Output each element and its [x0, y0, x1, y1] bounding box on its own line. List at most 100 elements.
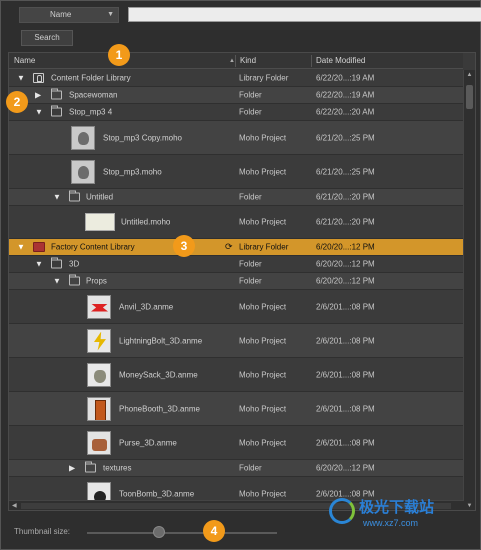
row-date: 6/21/20...:20 PM: [316, 192, 375, 202]
project-thumbnail: [71, 125, 95, 150]
list-header: Name ▲ Kind Date Modified: [9, 53, 463, 69]
expand-triangle-icon[interactable]: ▼: [35, 108, 43, 117]
list-row-anvil[interactable]: Anvil_3D.anme Moho Project 2/6/201...:08…: [9, 290, 463, 324]
row-name: Anvil_3D.anme: [119, 302, 174, 311]
row-kind: Moho Project: [239, 217, 287, 227]
filter-row: Name ▼: [19, 7, 481, 23]
watermark-title: 极光下载站: [359, 498, 435, 516]
scroll-up-icon[interactable]: ▲: [464, 70, 475, 80]
expand-triangle-icon[interactable]: ▼: [17, 243, 25, 252]
library-folder-icon: [33, 73, 44, 83]
chevron-down-icon: ▼: [107, 11, 114, 18]
folder-icon: [51, 257, 62, 269]
watermark: 极光下载站 www.xz7.com: [329, 494, 477, 534]
annotation-badge: 1: [108, 44, 130, 66]
row-name: Stop_mp3 Copy.moho: [103, 133, 183, 142]
row-kind: Moho Project: [239, 167, 287, 176]
row-date: 2/6/201...:08 PM: [316, 404, 375, 413]
row-date: 6/22/20...:19 AM: [316, 73, 375, 83]
expand-triangle-icon[interactable]: ▼: [35, 260, 43, 269]
row-kind: Folder: [239, 463, 262, 473]
row-kind: Moho Project: [239, 404, 287, 413]
list-row-content-folder-library[interactable]: ▼ Content Folder Library Library Folder …: [9, 70, 463, 87]
list-row-phone-booth[interactable]: PhoneBooth_3D.anme Moho Project 2/6/201.…: [9, 392, 463, 426]
filter-text-input[interactable]: [128, 7, 481, 22]
row-name: PhoneBooth_3D.anme: [119, 404, 200, 413]
thumbnail-size-slider[interactable]: [87, 532, 277, 534]
row-date: 2/6/201...:08 PM: [316, 336, 375, 345]
project-thumbnail: [71, 159, 95, 184]
expand-triangle-icon[interactable]: ▼: [17, 74, 25, 83]
list-row-money-sack[interactable]: MoneySack_3D.anme Moho Project 2/6/201..…: [9, 358, 463, 392]
row-name: Factory Content Library: [51, 242, 135, 252]
watermark-url: www.xz7.com: [363, 518, 419, 528]
anvil-thumbnail: [87, 294, 111, 319]
expand-triangle-icon[interactable]: ▼: [53, 193, 61, 202]
expand-triangle-icon[interactable]: ▼: [53, 277, 61, 286]
content-library-window: Name ▼ Search Name ▲ Kind Date Modified …: [0, 0, 481, 550]
row-date: 6/20/20...:12 PM: [316, 242, 375, 252]
refresh-icon[interactable]: ⟳: [225, 242, 233, 253]
row-name: textures: [103, 463, 132, 473]
scrollbar-thumb[interactable]: [466, 85, 473, 109]
collapsed-triangle-icon[interactable]: ▶: [35, 91, 41, 100]
folder-icon: [69, 274, 80, 286]
phone-booth-thumbnail: [87, 396, 111, 421]
row-kind: Moho Project: [239, 438, 287, 447]
vertical-scrollbar[interactable]: ▲ ▼: [463, 70, 475, 510]
list-row-props[interactable]: ▼ Props Folder 6/20/20...:12 PM: [9, 273, 463, 290]
row-name: Untitled: [86, 192, 114, 202]
list-row-3d[interactable]: ▼ 3D Folder 6/20/20...:12 PM: [9, 256, 463, 273]
aurora-logo-icon: [329, 498, 355, 524]
list-row-purse[interactable]: Purse_3D.anme Moho Project 2/6/201...:08…: [9, 426, 463, 460]
filter-field-label: Name: [50, 10, 72, 19]
row-date: 6/21/20...:20 PM: [316, 217, 375, 227]
row-name: ToonBomb_3D.anme: [119, 489, 195, 498]
row-kind: Moho Project: [239, 133, 287, 142]
factory-library-icon: [33, 242, 45, 252]
row-kind: Folder: [239, 192, 262, 202]
thumbnail-size-label: Thumbnail size:: [14, 527, 71, 536]
list-row-stop-mp3-copy[interactable]: Stop_mp3 Copy.moho Moho Project 6/21/20.…: [9, 121, 463, 155]
project-thumbnail: [85, 213, 115, 231]
scroll-left-icon[interactable]: ◀: [12, 501, 17, 510]
collapsed-triangle-icon[interactable]: ▶: [69, 464, 75, 473]
list-row-untitled-moho[interactable]: Untitled.moho Moho Project 6/21/20...:20…: [9, 206, 463, 239]
column-header-kind[interactable]: Kind: [235, 53, 311, 69]
row-name: Spacewoman: [69, 90, 118, 100]
column-header-date[interactable]: Date Modified: [311, 53, 461, 69]
list-row-untitled-folder[interactable]: ▼ Untitled Folder 6/21/20...:20 PM: [9, 189, 463, 206]
row-name: Props: [86, 276, 107, 286]
folder-icon: [85, 461, 96, 473]
list-row-factory-content-library[interactable]: ▼ Factory Content Library ⟳ Library Fold…: [9, 239, 463, 256]
search-button[interactable]: Search: [21, 30, 73, 46]
row-kind: Moho Project: [239, 302, 287, 311]
row-kind: Library Folder: [239, 73, 289, 83]
list-row-spacewoman[interactable]: ▶ Spacewoman Folder 6/22/20...:19 AM: [9, 87, 463, 104]
row-kind: Moho Project: [239, 336, 287, 345]
annotation-badge: 2: [6, 91, 28, 113]
folder-icon: [51, 88, 62, 100]
annotation-badge: 4: [203, 520, 225, 542]
row-kind: Folder: [239, 259, 262, 269]
row-kind: Folder: [239, 276, 262, 286]
row-name: 3D: [69, 259, 80, 269]
row-date: 6/20/20...:12 PM: [316, 259, 375, 269]
toon-bomb-thumbnail: [87, 481, 111, 502]
folder-icon: [69, 190, 80, 202]
thumbnail-size-slider-knob[interactable]: [153, 526, 166, 538]
list-row-lightning-bolt[interactable]: LightningBolt_3D.anme Moho Project 2/6/2…: [9, 324, 463, 358]
row-date: 6/21/20...:25 PM: [316, 133, 375, 142]
list-row-textures[interactable]: ▶ textures Folder 6/20/20...:12 PM: [9, 460, 463, 477]
row-date: 6/20/20...:12 PM: [316, 276, 375, 286]
list-row-stop-mp3[interactable]: Stop_mp3.moho Moho Project 6/21/20...:25…: [9, 155, 463, 189]
list-row-stop-mp3-4[interactable]: ▼ Stop_mp3 4 Folder 6/22/20...:20 AM: [9, 104, 463, 121]
list-rows: ▼ Content Folder Library Library Folder …: [9, 70, 463, 502]
row-date: 6/20/20...:12 PM: [316, 463, 375, 473]
library-list-panel: Name ▲ Kind Date Modified ▼ Content Fold…: [8, 52, 476, 511]
annotation-badge: 3: [173, 235, 195, 257]
row-date: 2/6/201...:08 PM: [316, 438, 375, 447]
row-date: 6/21/20...:25 PM: [316, 167, 375, 176]
filter-field-select[interactable]: Name ▼: [19, 7, 119, 23]
row-name: Stop_mp3.moho: [103, 167, 162, 176]
